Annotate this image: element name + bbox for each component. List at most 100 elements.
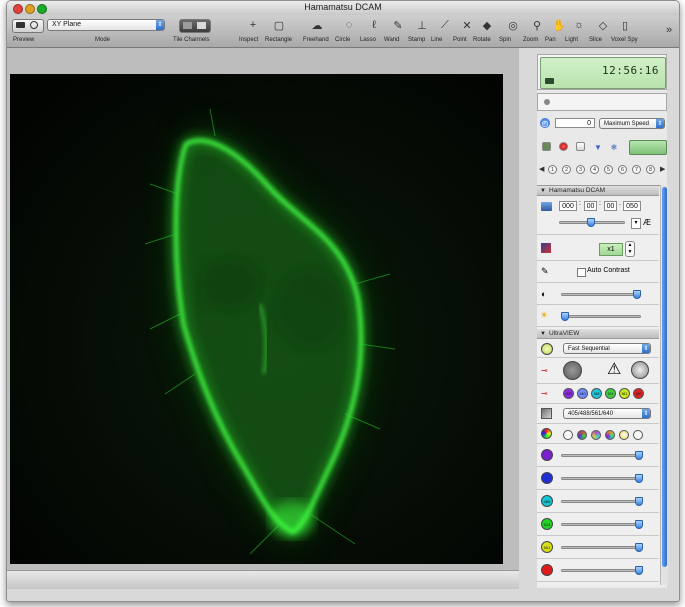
freehand-icon[interactable]: ☁	[309, 18, 325, 32]
mode-popup[interactable]: XY Plane ⇕	[47, 19, 165, 31]
filter-position-2[interactable]	[577, 430, 587, 440]
voxel-spy-icon[interactable]: ▯	[617, 18, 633, 32]
binning-stepper[interactable]: ▲ ▼	[625, 241, 635, 257]
filter-position-5[interactable]	[619, 430, 629, 440]
exposure-milliseconds[interactable]: 050	[623, 201, 641, 211]
step-button[interactable]: 5	[604, 165, 613, 174]
step-button[interactable]: 6	[618, 165, 627, 174]
wand-icon[interactable]: ✎	[390, 18, 406, 32]
contrast-row: ◐	[537, 283, 659, 305]
laser-405-button[interactable]: 405	[563, 388, 574, 399]
step-button[interactable]: 3	[576, 165, 585, 174]
step-button[interactable]: 1	[548, 165, 557, 174]
channel-color-swatch[interactable]: 561	[541, 541, 553, 553]
snapshot-icon[interactable]	[542, 142, 551, 151]
channel-color-swatch[interactable]	[541, 564, 553, 576]
stamp-icon[interactable]: ⊥	[414, 18, 430, 32]
channel-slider[interactable]	[561, 546, 641, 549]
settings-scrollbar[interactable]	[660, 185, 668, 585]
channel-slider-thumb[interactable]	[634, 520, 643, 529]
channel-slider[interactable]	[561, 523, 641, 526]
microscope-image[interactable]	[10, 74, 503, 564]
contrast-slider[interactable]	[561, 293, 641, 296]
channel-color-swatch[interactable]: 514	[541, 518, 553, 530]
step-button[interactable]: 8	[646, 165, 655, 174]
step-next-icon[interactable]: ▶	[660, 165, 665, 173]
step-button[interactable]: 2	[562, 165, 571, 174]
brightness-slider[interactable]	[561, 315, 641, 318]
slice-icon[interactable]: ◇	[595, 18, 611, 32]
point-icon[interactable]: ✕	[459, 18, 475, 32]
filter-position-1[interactable]	[563, 430, 573, 440]
auto-contrast-checkbox[interactable]	[577, 268, 586, 277]
channel-slider-thumb[interactable]	[634, 451, 643, 460]
step-bar: ◀ 12345678 ▶	[539, 164, 667, 176]
blank-icon[interactable]	[576, 142, 585, 151]
auto-exposure-icon[interactable]: Æ	[643, 218, 651, 227]
laser-561-button[interactable]: 561	[619, 388, 630, 399]
record-icon[interactable]	[559, 142, 568, 151]
crosshair-icon[interactable]: +	[245, 18, 261, 32]
step-prev-icon[interactable]: ◀	[539, 165, 544, 173]
laser-440-button[interactable]: 440	[577, 388, 588, 399]
rectangle-icon[interactable]: ▢	[271, 18, 287, 32]
channel-color-swatch[interactable]	[541, 472, 553, 484]
filter-position-3[interactable]	[591, 430, 601, 440]
channel-slider[interactable]	[561, 477, 641, 480]
contrast-slider-thumb[interactable]	[633, 290, 641, 299]
warning-icon[interactable]: ⚠	[607, 361, 621, 379]
exposure-slider-thumb[interactable]	[587, 218, 595, 227]
sequence-popup[interactable]: Fast Sequential ⇕	[563, 343, 651, 354]
step-button[interactable]: 7	[632, 165, 641, 174]
exposure-menu-icon[interactable]: ▾	[631, 218, 641, 229]
hand-icon[interactable]: ✋	[551, 18, 567, 32]
funnel-icon[interactable]: ▼	[593, 142, 603, 152]
rotate-icon[interactable]: ◆	[479, 18, 495, 32]
ultraview-section-header[interactable]: ▼ UltraVIEW	[537, 329, 659, 339]
brightness-row: ☀	[537, 305, 659, 327]
brightness-icon: ☀	[540, 310, 549, 320]
exposure-minutes[interactable]: 00	[584, 201, 597, 211]
lasso-icon[interactable]: ℓ	[366, 18, 382, 32]
shutter-button[interactable]	[563, 361, 582, 380]
circle-icon[interactable]: ◌	[341, 18, 357, 32]
light-icon[interactable]: ☼	[571, 18, 587, 32]
line-icon[interactable]: ⟋	[437, 18, 453, 32]
stop-sign-icon[interactable]	[631, 361, 649, 379]
laser-488-button[interactable]: 488	[591, 388, 602, 399]
channel-slider-thumb[interactable]	[634, 497, 643, 506]
timer-icon[interactable]: ◴	[540, 118, 550, 128]
sequence-row: Fast Sequential ⇕	[537, 340, 659, 358]
channel-slider-thumb[interactable]	[634, 566, 643, 575]
frame-count-field[interactable]: 0	[555, 118, 595, 128]
laser-key-icon: ⊸	[541, 389, 548, 398]
filter-position-6[interactable]	[633, 430, 643, 440]
toolbar-overflow-icon[interactable]: »	[661, 23, 677, 37]
channel-color-swatch[interactable]	[541, 449, 553, 461]
channel-color-swatch[interactable]: 488	[541, 495, 553, 507]
exposure-seconds[interactable]: 00	[604, 201, 617, 211]
spin-icon[interactable]: ◎	[505, 18, 521, 32]
channel-slider[interactable]	[561, 569, 641, 572]
laser-lines-popup[interactable]: 405/488/561/640 ⇕	[563, 408, 651, 419]
camera-section-header[interactable]: ▼ Hamamatsu DCAM	[537, 186, 659, 196]
snowflake-icon[interactable]: ❄	[609, 142, 619, 152]
channel-slider-thumb[interactable]	[634, 543, 643, 552]
laser-514-button[interactable]: 514	[605, 388, 616, 399]
channel-slider[interactable]	[561, 454, 641, 457]
channel-slider-thumb[interactable]	[634, 474, 643, 483]
settings-scroll-thumb[interactable]	[662, 187, 667, 567]
tool-label: Spin	[499, 37, 512, 43]
filter-position-4[interactable]	[605, 430, 615, 440]
speed-popup[interactable]: Maximum Speed ⇕	[599, 118, 665, 129]
exposure-hours[interactable]: 000	[559, 201, 577, 211]
zoom-icon[interactable]: ⚲	[529, 18, 545, 32]
tile-channels-toggle[interactable]	[179, 19, 211, 33]
step-button[interactable]: 4	[590, 165, 599, 174]
channel-slider[interactable]	[561, 500, 641, 503]
binning-value[interactable]: x1	[599, 243, 623, 256]
preview-toggle[interactable]	[12, 19, 44, 33]
brightness-slider-thumb[interactable]	[561, 312, 569, 321]
mode-segment[interactable]	[629, 140, 667, 155]
laser-640-button[interactable]: 640	[633, 388, 644, 399]
